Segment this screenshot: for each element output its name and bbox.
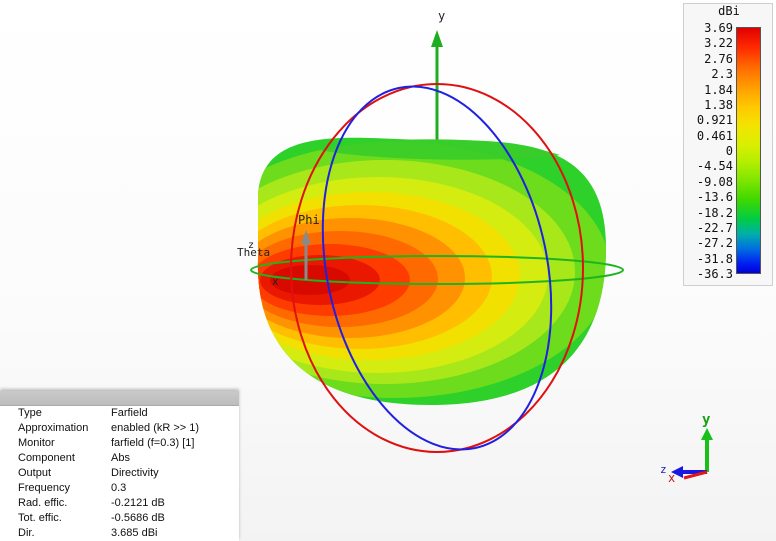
info-row: Type Farfield: [0, 406, 239, 421]
info-row: Output Directivity: [0, 466, 239, 481]
phi-label: Phi: [298, 213, 320, 227]
info-row: Tot. effic. -0.5686 dB: [0, 511, 239, 526]
legend-label: 2.3: [711, 67, 733, 81]
info-key: Approximation: [18, 422, 89, 434]
legend-label: -31.8: [696, 252, 733, 266]
legend-label: 0.921: [696, 113, 733, 127]
info-value: Farfield: [111, 407, 148, 419]
legend-label: -9.08: [696, 175, 733, 189]
info-row: Approximation enabled (kR >> 1): [0, 421, 239, 436]
triad-z-label: z: [660, 463, 667, 476]
legend-label: 0: [725, 144, 733, 158]
info-key: Monitor: [18, 437, 55, 449]
info-key: Frequency: [18, 482, 70, 494]
y-axis-label: y: [438, 9, 446, 23]
info-row: Frequency 0.3: [0, 481, 239, 496]
info-key: Output: [18, 467, 52, 479]
info-value: Directivity: [111, 467, 159, 479]
info-panel-titlebar[interactable]: [0, 391, 239, 406]
x-label: x: [272, 275, 279, 288]
color-legend: dBi 3.69 3.22 2.76 2.3 1.84 1.38 0.921 0…: [683, 3, 773, 286]
legend-label: -22.7: [696, 221, 733, 235]
info-value: 0.3: [111, 482, 127, 494]
info-row: Dir. 3.685 dBi: [0, 526, 239, 541]
triad-y-label: y: [702, 412, 711, 428]
legend-label: 1.84: [704, 83, 733, 97]
info-value: -0.5686 dB: [111, 512, 165, 524]
info-key: Rad. effic.: [18, 497, 68, 509]
legend-unit: dBi: [718, 4, 740, 18]
farfield-info-panel: Type Farfield Approximation enabled (kR >>…: [0, 391, 239, 541]
info-row: Component Abs: [0, 451, 239, 466]
legend-label: 2.76: [704, 52, 733, 66]
legend-label: 3.69: [704, 21, 733, 35]
triad-x-label: x: [668, 471, 676, 485]
legend-colorbar: [736, 27, 761, 274]
info-key: Component: [18, 452, 75, 464]
legend-label: 3.22: [704, 36, 733, 50]
z-label: z: [248, 240, 255, 251]
legend-label: -4.54: [696, 159, 733, 173]
info-value: 3.685 dBi: [111, 527, 158, 539]
info-key: Dir.: [18, 527, 35, 539]
legend-label: -36.3: [696, 267, 733, 281]
legend-label: 0.461: [696, 129, 733, 143]
info-value: Abs: [111, 452, 130, 464]
info-value: farfield (f=0.3) [1]: [111, 437, 195, 449]
legend-label: -27.2: [696, 236, 733, 250]
info-value: -0.2121 dB: [111, 497, 165, 509]
legend-label: 1.38: [704, 98, 733, 112]
legend-label: -13.6: [696, 190, 733, 204]
info-value: enabled (kR >> 1): [111, 422, 200, 434]
y-axis-arrowhead: [431, 30, 443, 47]
legend-label: -18.2: [696, 206, 733, 220]
info-key: Type: [18, 407, 42, 419]
info-row: Rad. effic. -0.2121 dB: [0, 496, 239, 511]
info-key: Tot. effic.: [18, 512, 62, 524]
info-row: Monitor farfield (f=0.3) [1]: [0, 436, 239, 451]
